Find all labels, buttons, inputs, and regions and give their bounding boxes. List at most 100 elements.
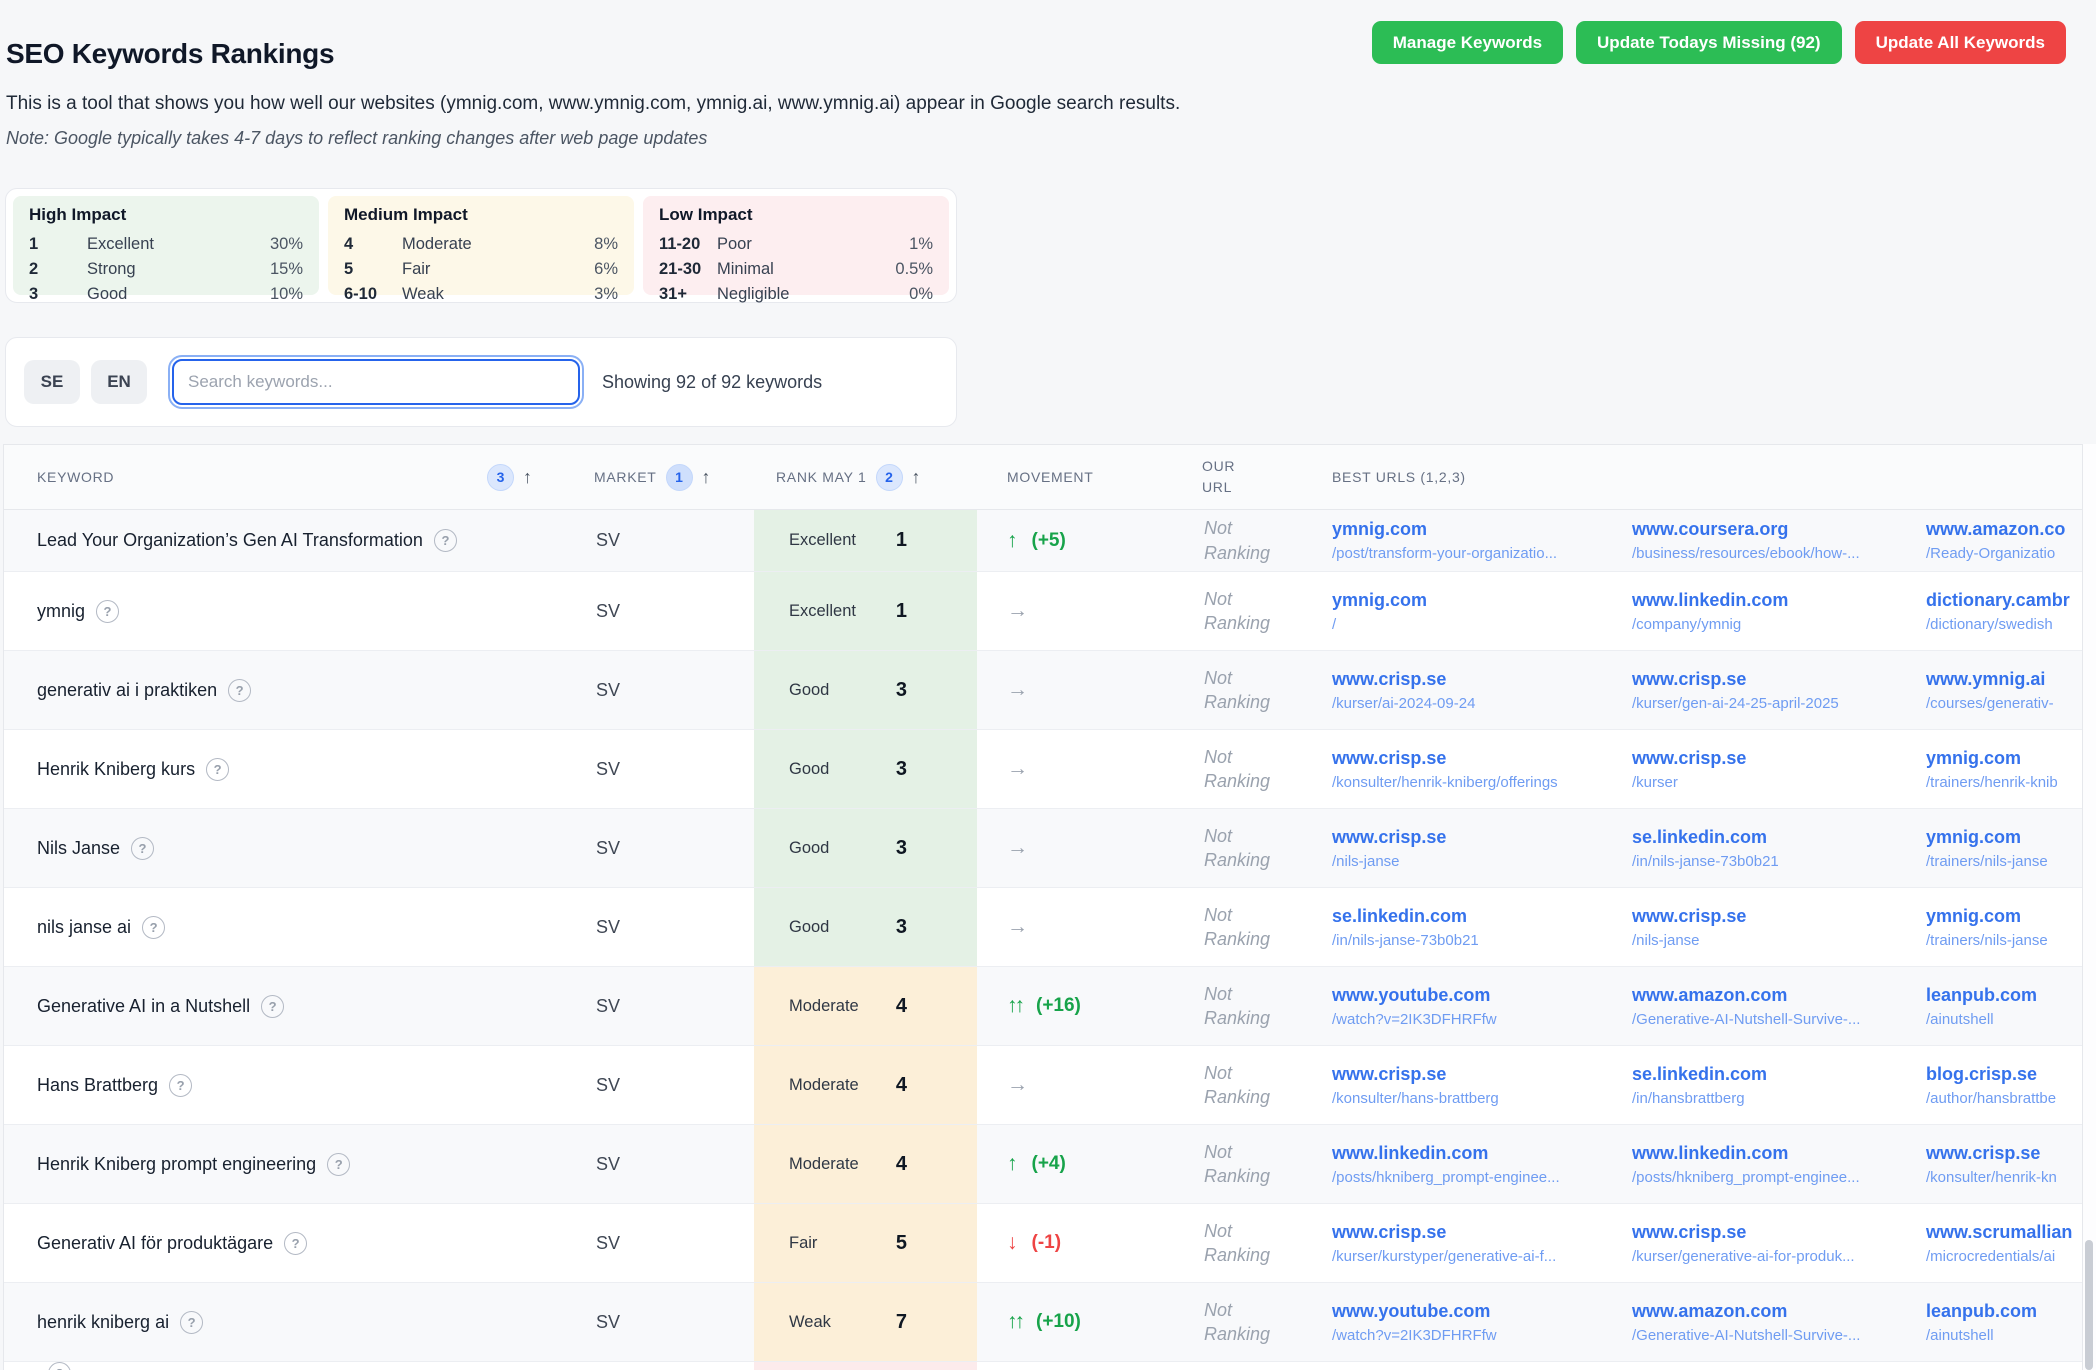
best-url-1[interactable]: www.crisp.se /konsulter/henrik-kniberg/o… bbox=[1332, 730, 1632, 808]
our-url-status: Not Ranking bbox=[1192, 1283, 1332, 1361]
column-header-keyword[interactable]: KEYWORD 3 ↑ bbox=[4, 464, 584, 491]
best-url-1[interactable]: se.linkedin.com /in/nils-janse-73b0b21 bbox=[1332, 888, 1632, 966]
best-url-2[interactable]: www.amazon.com /Generative-AI-Nutshell-S… bbox=[1632, 967, 1926, 1045]
keyword-label: Nils Janse bbox=[37, 838, 120, 859]
help-icon[interactable]: ? bbox=[206, 758, 229, 781]
help-icon[interactable]: ? bbox=[261, 995, 284, 1018]
url-domain: www.amazon.com bbox=[1632, 985, 1787, 1006]
url-path: /author/hansbrattbe bbox=[1926, 1090, 2056, 1107]
keyword-header-label: KEYWORD bbox=[37, 469, 114, 485]
market-value: SV bbox=[584, 809, 754, 887]
url-path: / bbox=[1332, 616, 1336, 633]
help-icon[interactable]: ? bbox=[284, 1232, 307, 1255]
page-note: Note: Google typically takes 4-7 days to… bbox=[6, 128, 1306, 149]
best-url-2[interactable]: se.linkedin.com /in/hansbrattberg bbox=[1632, 1046, 1926, 1124]
best-url-1[interactable]: www.crisp.se /kurser/ai-2024-09-24 bbox=[1332, 651, 1632, 729]
best-url-2[interactable]: www.amazon.com /Generative-AI-Nutshell-S… bbox=[1632, 1283, 1926, 1361]
best-url-1[interactable]: www.crisp.se /konsulter/hans-brattberg bbox=[1332, 1046, 1632, 1124]
url-path: /trainers/henrik-knib bbox=[1926, 774, 2058, 791]
help-icon[interactable]: ? bbox=[180, 1311, 203, 1334]
rank-cell: Moderate 4 bbox=[754, 1046, 977, 1124]
best-url-2[interactable]: se.linkedin.com /in/nils-janse-73b0b21 bbox=[1632, 809, 1926, 887]
url-path: /konsulter/henrik-kniberg/offerings bbox=[1332, 774, 1558, 791]
market-value: SV bbox=[584, 1125, 754, 1203]
our-url-status: Not Ranking bbox=[1192, 651, 1332, 729]
url-path: /Ready-Organizatio bbox=[1926, 545, 2055, 562]
best-url-1[interactable]: www.youtube.com /watch?v=2IK3DFHRFfw bbox=[1332, 1283, 1632, 1361]
best-url-2[interactable]: www.crisp.se /kurser/generative-ai-for-p… bbox=[1632, 1204, 1926, 1282]
movement-arrow-icon: → bbox=[1007, 757, 1028, 781]
best-url-1[interactable]: www.crisp.se /kurser/kurstyper/generativ… bbox=[1332, 1204, 1632, 1282]
movement-cell: → bbox=[977, 1046, 1192, 1124]
column-header-rank[interactable]: RANK MAY 1 2 ↑ bbox=[754, 464, 977, 491]
scrollbar-thumb[interactable] bbox=[2085, 1240, 2093, 1370]
rank-label: Moderate bbox=[789, 997, 859, 1016]
best-url-1[interactable] bbox=[1332, 1362, 1632, 1370]
url-path: /courses/generativ- bbox=[1926, 695, 2054, 712]
help-icon[interactable]: ? bbox=[131, 837, 154, 860]
rank-number: 1 bbox=[896, 529, 907, 552]
rank-label: Good bbox=[789, 681, 829, 700]
url-domain: www.crisp.se bbox=[1332, 669, 1446, 690]
legend-box-title: Medium Impact bbox=[344, 205, 618, 225]
best-url-3[interactable]: leanpub.com /ainutshell bbox=[1926, 967, 2082, 1045]
help-icon[interactable]: ? bbox=[228, 679, 251, 702]
help-icon[interactable]: ? bbox=[434, 529, 457, 552]
sort-arrow-icon: ↑ bbox=[702, 467, 711, 488]
rank-cell: Excellent 1 bbox=[754, 510, 977, 571]
movement-cell: → bbox=[977, 888, 1192, 966]
vertical-scrollbar[interactable] bbox=[2082, 444, 2096, 1370]
best-url-2[interactable]: www.coursera.org /business/resources/ebo… bbox=[1632, 510, 1926, 571]
best-url-1[interactable]: www.crisp.se /nils-janse bbox=[1332, 809, 1632, 887]
movement-arrow-icon: ↑↑ bbox=[1007, 1310, 1022, 1334]
our-url-status: Not Ranking bbox=[1192, 730, 1332, 808]
manage-keywords-button[interactable]: Manage Keywords bbox=[1372, 21, 1563, 64]
best-url-3[interactable]: ymnig.com /trainers/henrik-knib bbox=[1926, 730, 2082, 808]
impact-legend-box: Medium Impact 4Moderate8%5Fair6%6-10Weak… bbox=[328, 196, 634, 295]
update-todays-missing-button[interactable]: Update Todays Missing (92) bbox=[1576, 21, 1842, 64]
best-url-2[interactable]: www.crisp.se /kurser/gen-ai-24-25-april-… bbox=[1632, 651, 1926, 729]
best-url-3[interactable]: leanpub.com /ainutshell bbox=[1926, 1283, 2082, 1361]
rank-cell: Weak 7 bbox=[754, 1283, 977, 1361]
best-url-3[interactable]: www.ymnig.ai /courses/generativ- bbox=[1926, 651, 2082, 729]
best-url-3[interactable]: blog.crisp.se /author/hansbrattbe bbox=[1926, 1046, 2082, 1124]
rank-label: Excellent bbox=[789, 602, 856, 621]
language-filter-en[interactable]: EN bbox=[91, 360, 147, 404]
best-url-2[interactable]: www.linkedin.com /company/ymnig bbox=[1632, 572, 1926, 650]
url-path: /company/ymnig bbox=[1632, 616, 1741, 633]
url-path: /kurser bbox=[1632, 774, 1678, 791]
rank-label: Excellent bbox=[789, 531, 856, 550]
help-icon[interactable]: ? bbox=[142, 916, 165, 939]
url-domain: www.crisp.se bbox=[1332, 1222, 1446, 1243]
best-url-3[interactable]: www.crisp.se /konsulter/henrik-kn bbox=[1926, 1125, 2082, 1203]
best-url-3[interactable]: www.scrumallian /microcredentials/ai bbox=[1926, 1204, 2082, 1282]
url-domain: ymnig.com bbox=[1926, 827, 2021, 848]
language-filter-se[interactable]: SE bbox=[24, 360, 80, 404]
search-input[interactable] bbox=[172, 359, 580, 405]
update-all-keywords-button[interactable]: Update All Keywords bbox=[1855, 21, 2066, 64]
url-domain: www.coursera.org bbox=[1632, 519, 1788, 540]
column-header-market[interactable]: MARKET 1 ↑ bbox=[584, 464, 754, 491]
best-url-3[interactable]: www.amazon.co /Ready-Organizatio bbox=[1926, 510, 2082, 571]
help-icon[interactable]: ? bbox=[327, 1153, 350, 1176]
best-url-3[interactable]: ymnig.com /trainers/nils-janse bbox=[1926, 809, 2082, 887]
table-row: henrik kniberg ai ? SV Weak 7 ↑↑ (+10) N… bbox=[4, 1283, 2082, 1362]
best-url-1[interactable]: www.youtube.com /watch?v=2IK3DFHRFfw bbox=[1332, 967, 1632, 1045]
best-url-1[interactable]: ymnig.com /post/transform-your-organizat… bbox=[1332, 510, 1632, 571]
best-url-1[interactable]: www.linkedin.com /posts/hkniberg_prompt-… bbox=[1332, 1125, 1632, 1203]
best-url-3[interactable]: dictionary.cambr /dictionary/swedish bbox=[1926, 572, 2082, 650]
best-url-3[interactable] bbox=[1926, 1362, 2082, 1370]
best-url-2[interactable]: www.crisp.se /kurser bbox=[1632, 730, 1926, 808]
help-icon[interactable]: ? bbox=[96, 600, 119, 623]
help-icon[interactable]: ? bbox=[169, 1074, 192, 1097]
legend-row: 21-30Minimal0.5% bbox=[659, 257, 933, 282]
legend-row: 2Strong15% bbox=[29, 257, 303, 282]
best-url-2[interactable]: www.linkedin.com /posts/hkniberg_prompt-… bbox=[1632, 1125, 1926, 1203]
legend-row: 11-20Poor1% bbox=[659, 232, 933, 257]
best-url-2[interactable]: www.crisp.se /nils-janse bbox=[1632, 888, 1926, 966]
best-url-1[interactable]: ymnig.com / bbox=[1332, 572, 1632, 650]
best-url-2[interactable] bbox=[1632, 1362, 1926, 1370]
rank-cell: Excellent 1 bbox=[754, 572, 977, 650]
best-url-3[interactable]: ymnig.com /trainers/nils-janse bbox=[1926, 888, 2082, 966]
help-icon[interactable]: ? bbox=[48, 1362, 71, 1370]
